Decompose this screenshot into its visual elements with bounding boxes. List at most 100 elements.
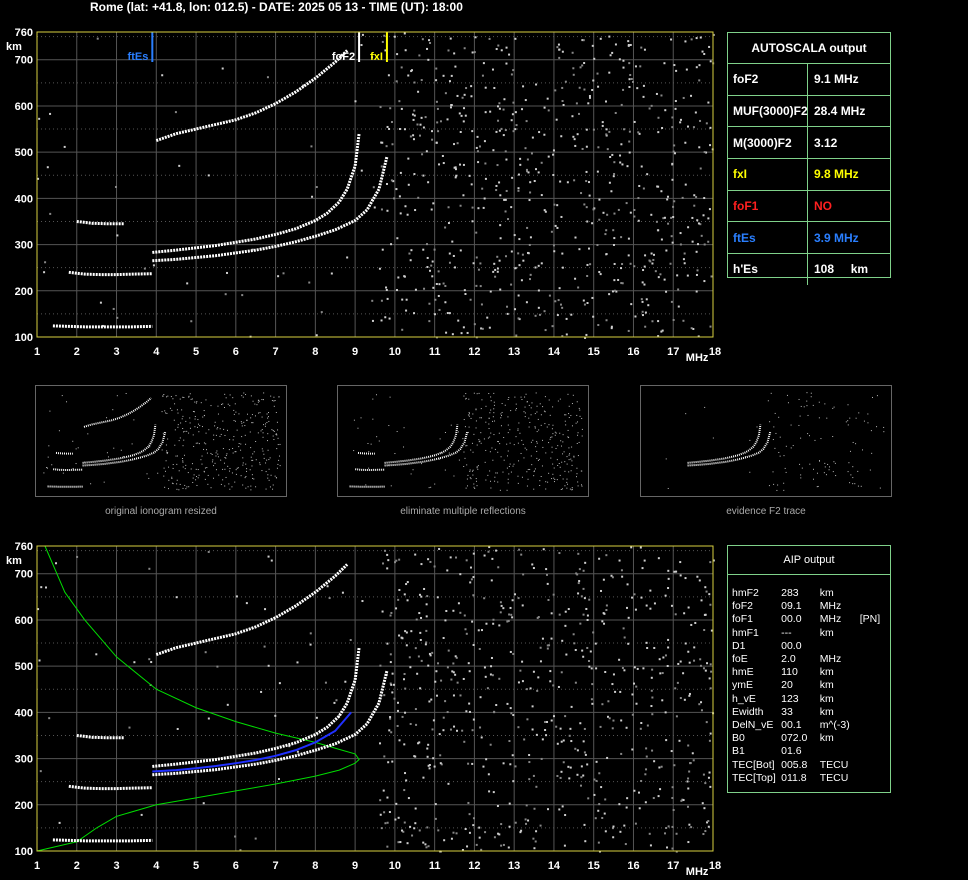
- thumb-noise: [530, 455, 532, 457]
- thumb-noise: [245, 463, 247, 465]
- thumb-noise: [533, 488, 535, 490]
- thumb-noise: [263, 424, 265, 426]
- thumb-noise: [499, 443, 501, 445]
- thumb-noise: [249, 431, 251, 433]
- thumb-noise: [548, 472, 550, 474]
- thumb-noise: [526, 449, 528, 451]
- thumb-noise: [273, 438, 275, 440]
- thumb-noise: [193, 474, 195, 476]
- thumb-noise: [252, 422, 254, 424]
- thumb-noise: [566, 478, 568, 480]
- thumb-noise: [470, 449, 472, 451]
- thumb-noise: [502, 471, 504, 473]
- thumb-noise: [204, 478, 206, 480]
- thumb-noise: [472, 474, 474, 476]
- thumb-noise: [215, 434, 217, 436]
- aip-cell: [860, 745, 890, 758]
- thumb-noise: [257, 432, 259, 434]
- thumb-noise: [229, 488, 231, 490]
- thumb-noise: [566, 481, 568, 483]
- thumb-noise: [571, 489, 573, 491]
- thumb-noise: [197, 423, 199, 425]
- x-tick-label: 9: [352, 346, 358, 358]
- thumb-evidence: [640, 385, 892, 497]
- thumb-noise: [279, 465, 281, 467]
- thumb-noise: [185, 464, 187, 466]
- thumb-noise: [570, 415, 572, 417]
- thumb-noise: [61, 395, 63, 397]
- thumb-noise: [245, 443, 247, 445]
- thumb-noise: [246, 468, 248, 470]
- thumb-original: [35, 385, 287, 497]
- aip-cell: [860, 600, 890, 613]
- thumb-noise: [515, 403, 517, 405]
- thumb-noise: [205, 432, 207, 434]
- thumb-noise: [489, 436, 491, 438]
- thumb-noise: [203, 442, 205, 444]
- y-tick-label: 400: [15, 707, 33, 719]
- thumb-noise: [268, 411, 270, 413]
- thumb-noise: [832, 436, 834, 438]
- thumb-noise: [168, 488, 170, 490]
- thumb-noise: [77, 447, 79, 449]
- thumb-noise: [168, 479, 170, 481]
- thumb-noise: [252, 453, 254, 455]
- thumb-noise: [169, 407, 171, 409]
- autoscala-value: 108 km: [814, 262, 869, 277]
- thumb-noise: [573, 455, 575, 457]
- thumb-noise: [389, 396, 391, 398]
- aip-cell: [860, 772, 890, 785]
- thumb-noise: [220, 459, 222, 461]
- thumb-noise: [166, 453, 168, 455]
- thumb-noise: [477, 465, 479, 467]
- thumb-noise: [43, 472, 45, 474]
- thumb-noise: [217, 453, 219, 455]
- thumb-noise: [565, 414, 567, 416]
- x-tick-label: 2: [74, 860, 80, 872]
- thumb-noise: [490, 487, 492, 489]
- thumb-noise: [536, 442, 538, 444]
- thumb-noise: [564, 485, 566, 487]
- thumb-noise: [430, 486, 432, 488]
- thumb-noise: [807, 433, 809, 435]
- thumb-noise: [566, 483, 568, 485]
- thumb-noise: [465, 487, 467, 489]
- thumb-noise: [223, 407, 225, 409]
- thumb-noise: [222, 420, 224, 422]
- x-tick-label: 15: [588, 346, 600, 358]
- thumb-noise: [46, 467, 48, 469]
- autoscala-key: MUF(3000)F2: [728, 95, 808, 127]
- thumb-noise: [523, 457, 525, 459]
- thumb-noise: [569, 488, 571, 490]
- thumb-noise: [521, 399, 523, 401]
- thumb-noise: [847, 424, 849, 426]
- thumb-noise: [191, 398, 193, 400]
- thumb-trace-F2x: [687, 431, 772, 467]
- x-tick-label: 13: [508, 860, 520, 872]
- thumb-noise: [210, 487, 212, 489]
- thumb-noise: [375, 394, 377, 396]
- thumb-noise: [242, 462, 244, 464]
- aip-row: h_vE 123 km: [732, 693, 890, 706]
- thumb-noise: [165, 412, 167, 414]
- aip-row: foF2 09.1 MHz: [732, 600, 890, 613]
- y-tick-label: 200: [15, 800, 33, 812]
- aip-row: B1 01.6: [732, 745, 890, 758]
- thumb-noise: [577, 481, 579, 483]
- thumb-noise: [849, 482, 851, 484]
- aip-cell: [PN]: [859, 613, 881, 626]
- thumb-noise: [224, 468, 226, 470]
- x-tick-label: 16: [627, 346, 639, 358]
- thumb-noise: [189, 417, 191, 419]
- thumb-noise: [544, 396, 546, 398]
- thumb-noise: [507, 424, 509, 426]
- thumb-noise: [862, 449, 864, 451]
- thumb-noise: [559, 466, 561, 468]
- thumb-noise: [485, 479, 487, 481]
- thumb-noise: [194, 426, 196, 428]
- thumb-noise: [800, 477, 802, 479]
- y-tick-label: 500: [15, 147, 33, 159]
- thumb-noise: [182, 461, 184, 463]
- aip-title: AIP output: [728, 546, 890, 575]
- thumb-noise: [267, 449, 269, 451]
